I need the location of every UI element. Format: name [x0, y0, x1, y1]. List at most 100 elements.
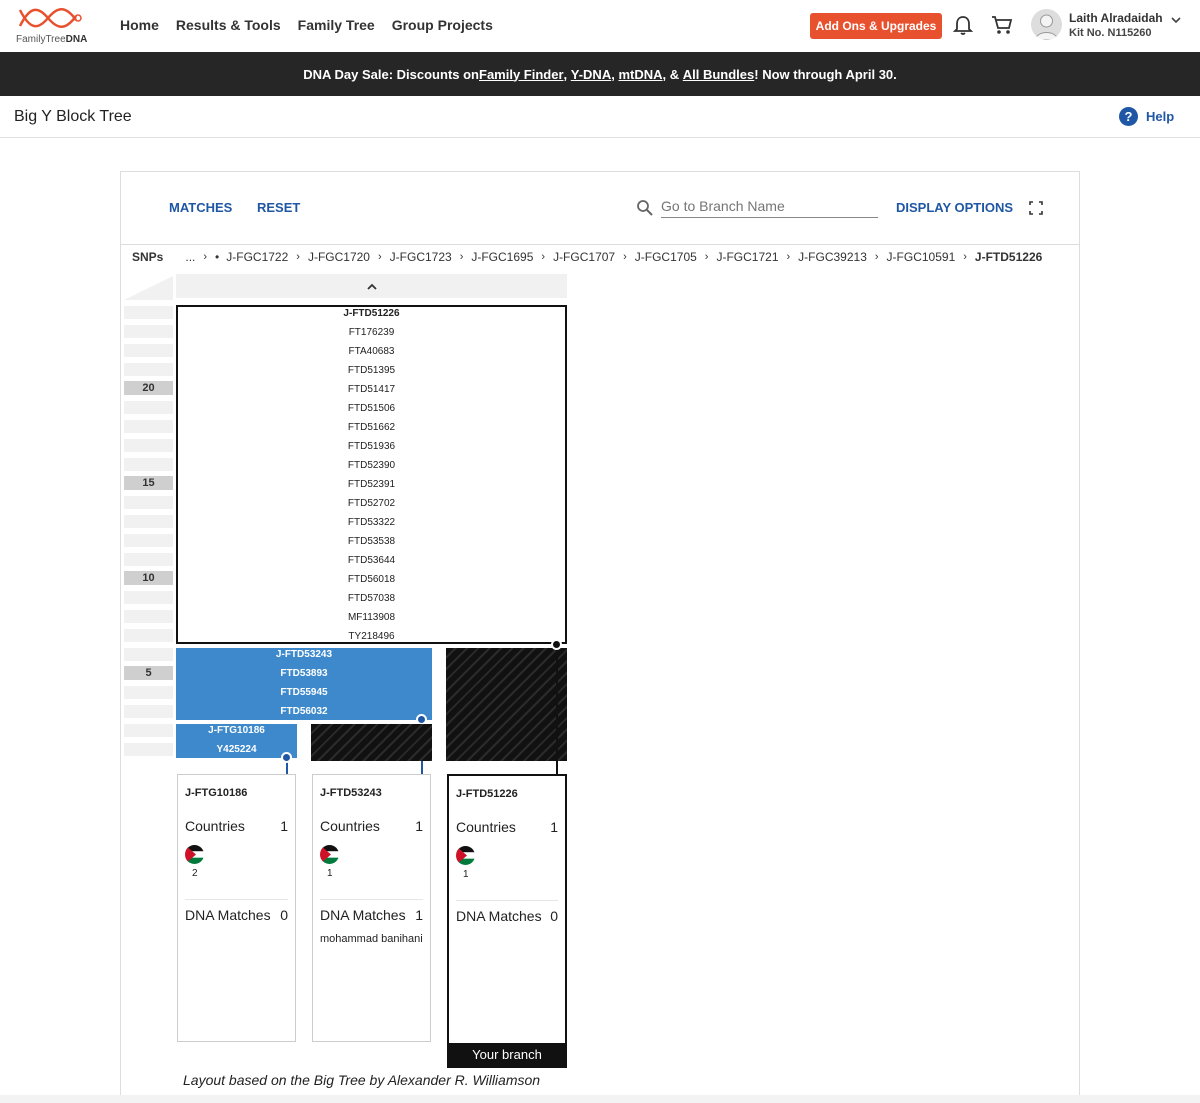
chevron-right-icon: › [541, 251, 546, 263]
ruler-row [124, 724, 173, 737]
logo-wordmark: FamilyTreeDNA [16, 34, 88, 45]
familytreedna-logo[interactable]: FamilyTreeDNA [16, 6, 96, 48]
user-avatar[interactable] [1031, 9, 1062, 40]
help-label: Help [1146, 109, 1175, 124]
card-divider [456, 900, 558, 901]
display-options-button[interactable]: DISPLAY OPTIONS [896, 200, 1013, 215]
card-title: J-FTD51226 [456, 788, 518, 800]
snp-label: FT176239 [348, 327, 395, 338]
page-header: Big Y Block Tree ? Help [0, 96, 1200, 138]
add-ons-upgrades-button[interactable]: Add Ons & Upgrades [810, 13, 942, 39]
breadcrumb-item[interactable]: J-FGC1705 [635, 250, 697, 264]
countries-row: Countries 1 [185, 818, 288, 834]
snp-label: FTD52702 [347, 498, 396, 509]
chevron-right-icon: › [963, 251, 967, 263]
card-title: J-FTG10186 [185, 787, 248, 799]
ruler-row [124, 591, 173, 604]
breadcrumb-ellipsis[interactable]: ... [185, 250, 195, 264]
snp-label: FTD53538 [347, 536, 396, 547]
countries-label: Countries [320, 818, 380, 834]
ruler-row [124, 401, 173, 414]
breadcrumb-item[interactable]: J-FGC1722 [226, 250, 288, 264]
match-name-link[interactable]: mohammad banihani [320, 933, 425, 945]
dna-matches-count: 0 [280, 907, 288, 923]
branch-search-input[interactable] [661, 194, 878, 218]
snp-label: FTD51506 [347, 403, 396, 414]
snp-label: FTD52390 [347, 460, 396, 471]
snp-label: MF113908 [347, 612, 396, 623]
breadcrumb-item[interactable]: J-FGC1720 [308, 250, 370, 264]
ruler-corner [124, 276, 173, 300]
branch-card[interactable]: J-FTG10186 Countries 1 2 DNA Matches 0 [177, 774, 296, 1042]
ruler-row [124, 534, 173, 547]
user-icon [1034, 14, 1059, 40]
card-divider [320, 899, 423, 900]
nav-home[interactable]: Home [120, 17, 159, 33]
help-link[interactable]: ? Help [1119, 107, 1174, 126]
ruler-row [124, 344, 173, 357]
banner-link-family-finder[interactable]: Family Finder [479, 67, 564, 82]
branch-node[interactable] [281, 752, 292, 763]
jordan-flag-icon[interactable] [320, 845, 339, 864]
breadcrumb-item[interactable]: J-FGC1707 [553, 250, 615, 264]
chevron-right-icon: › [296, 251, 300, 263]
branch-name: J-FTG10186 [208, 725, 265, 736]
ruler-row [124, 363, 173, 376]
banner-prefix: DNA Day Sale: Discounts on [303, 66, 479, 82]
chevron-right-icon: › [203, 251, 208, 263]
nav-family-tree[interactable]: Family Tree [298, 17, 375, 33]
ruler-row [124, 439, 173, 452]
countries-count: 1 [280, 818, 288, 834]
page-title: Big Y Block Tree [14, 108, 132, 125]
branch-block-leaf[interactable]: J-FTG10186 Y425224 [176, 724, 297, 758]
jordan-flag-icon[interactable] [185, 845, 204, 864]
snp-label: FTD57038 [347, 593, 396, 604]
banner-link-y-dna[interactable]: Y-DNA [571, 67, 611, 82]
ruler-row [124, 743, 173, 756]
dna-matches-count: 1 [415, 907, 423, 923]
reset-button[interactable]: RESET [257, 200, 300, 215]
bell-icon[interactable] [952, 14, 974, 36]
ruler-row [124, 705, 173, 718]
chevron-right-icon: › [874, 251, 879, 263]
snp-label: FTD51662 [347, 422, 396, 433]
breadcrumb-item[interactable]: J-FGC39213 [798, 250, 867, 264]
banner-link-mtdna[interactable]: mtDNA [618, 67, 662, 82]
breadcrumb-item[interactable]: J-FGC1695 [471, 250, 533, 264]
cart-icon[interactable] [990, 14, 1014, 36]
branch-name: J-FTD51226 [343, 308, 400, 319]
bottom-strip [0, 1095, 1200, 1103]
jordan-flag-icon[interactable] [456, 846, 475, 865]
your-branch-card[interactable]: J-FTD51226 Countries 1 1 DNA Matches 0 You… [447, 774, 567, 1068]
top-navigation: FamilyTreeDNA Home Results & Tools Famil… [0, 0, 1200, 52]
dna-matches-label: DNA Matches [320, 907, 406, 923]
nav-results-tools[interactable]: Results & Tools [176, 17, 281, 33]
countries-count: 1 [550, 819, 558, 835]
collapse-up-bar[interactable] [176, 274, 567, 298]
banner-suffix: ! Now through April 30. [754, 66, 897, 82]
ruler-row [124, 306, 173, 319]
matches-button[interactable]: MATCHES [169, 200, 232, 215]
branch-node[interactable] [551, 639, 562, 650]
breadcrumb-item[interactable]: J-FGC1723 [390, 250, 452, 264]
fullscreen-icon[interactable] [1029, 201, 1043, 215]
dna-matches-label: DNA Matches [185, 907, 271, 923]
banner-link-all-bundles[interactable]: All Bundles [683, 67, 755, 82]
ruler-row [124, 648, 173, 661]
card-divider [185, 899, 288, 900]
branch-block-sub[interactable]: J-FTD53243 FTD53893 FTD55945 FTD56032 [176, 648, 432, 720]
dna-matches-row: DNA Matches 0 [456, 908, 558, 924]
flag-count: 1 [327, 868, 333, 879]
branch-card[interactable]: J-FTD53243 Countries 1 1 DNA Matches 1 moh… [312, 774, 431, 1042]
chevron-right-icon: › [623, 251, 627, 263]
nav-group-projects[interactable]: Group Projects [392, 17, 493, 33]
ruler-row [124, 458, 173, 471]
chevron-down-icon[interactable] [1170, 14, 1182, 26]
breadcrumb-current: J-FTD51226 [974, 250, 1043, 264]
ruler-label: 15 [124, 476, 173, 490]
ruler-row [124, 610, 173, 623]
breadcrumb-item[interactable]: J-FGC10591 [887, 250, 956, 264]
user-name[interactable]: Laith Alradaidah [1069, 11, 1163, 25]
breadcrumb-item[interactable]: J-FGC1721 [716, 250, 778, 264]
branch-block-main[interactable]: J-FTD51226 FT176239 FTA40683 FTD51395 FTD51… [176, 305, 567, 644]
